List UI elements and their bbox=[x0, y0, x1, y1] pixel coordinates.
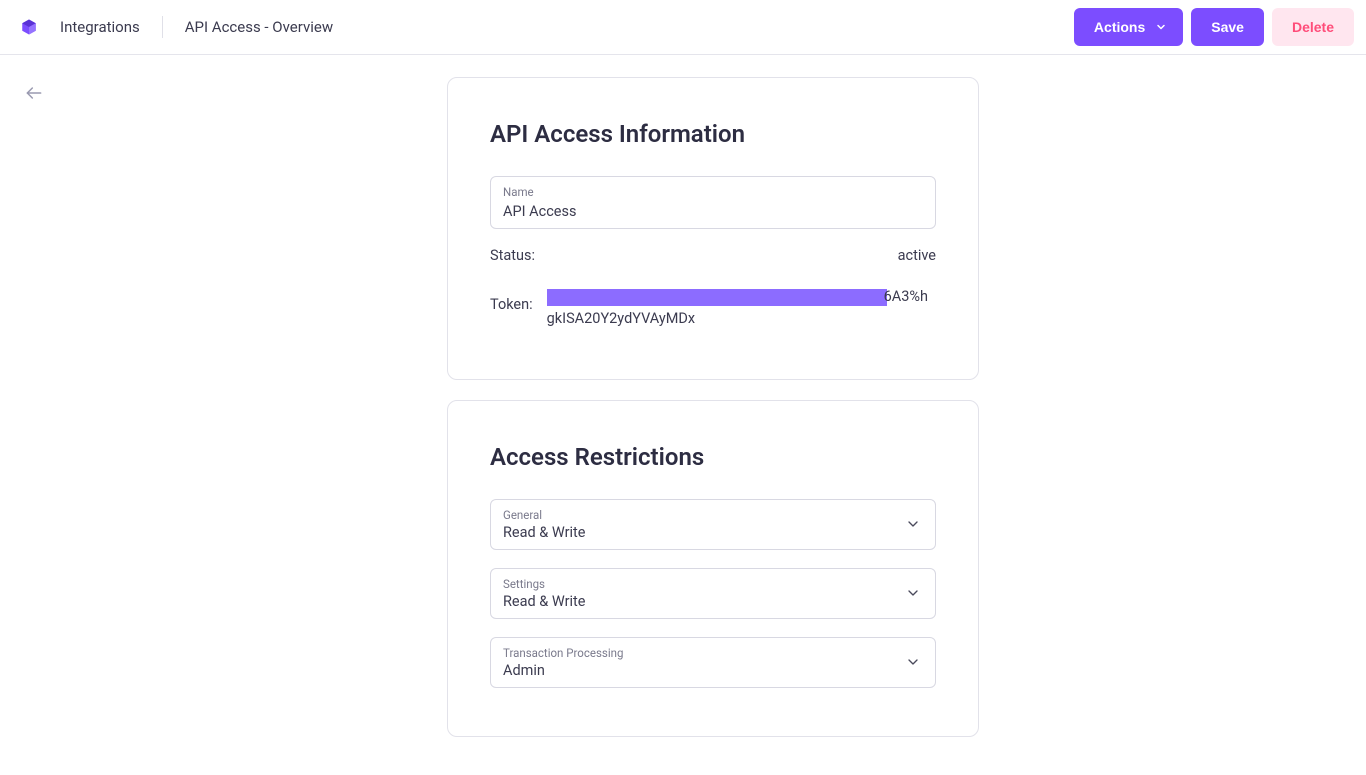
name-field-label: Name bbox=[503, 185, 923, 199]
breadcrumb-page-title: API Access - Overview bbox=[185, 18, 333, 36]
header-left: Integrations API Access - Overview bbox=[20, 0, 333, 54]
token-value: 6A3%hgkISA20Y2ydYVAyMDx bbox=[547, 286, 936, 331]
delete-button[interactable]: Delete bbox=[1272, 8, 1354, 46]
restriction-transaction-label: Transaction Processing bbox=[503, 646, 923, 660]
chevron-down-icon bbox=[905, 516, 921, 532]
breadcrumb-divider bbox=[162, 16, 163, 38]
app-logo-icon bbox=[20, 18, 38, 36]
api-access-info-panel: API Access Information Name Status: acti… bbox=[447, 77, 979, 380]
actions-dropdown-button[interactable]: Actions bbox=[1074, 8, 1183, 46]
restriction-transaction-processing[interactable]: Transaction Processing Admin bbox=[490, 637, 936, 688]
status-row: Status: active bbox=[490, 247, 936, 264]
restriction-general[interactable]: General Read & Write bbox=[490, 499, 936, 550]
restriction-transaction-value: Admin bbox=[503, 662, 923, 679]
header-actions: Actions Save Delete bbox=[1074, 8, 1354, 46]
token-row: Token: 6A3%hgkISA20Y2ydYVAyMDx bbox=[490, 286, 936, 331]
access-restrictions-panel: Access Restrictions General Read & Write… bbox=[447, 400, 979, 737]
restriction-general-label: General bbox=[503, 508, 923, 522]
status-value: active bbox=[544, 247, 936, 264]
token-label: Token: bbox=[490, 286, 533, 313]
main-area: API Access Information Name Status: acti… bbox=[0, 55, 1366, 757]
chevron-down-icon bbox=[1155, 21, 1167, 33]
token-redacted-segment bbox=[547, 289, 887, 306]
restriction-settings-value: Read & Write bbox=[503, 593, 923, 610]
chevron-down-icon bbox=[905, 585, 921, 601]
restriction-settings-label: Settings bbox=[503, 577, 923, 591]
breadcrumb-integrations[interactable]: Integrations bbox=[60, 18, 140, 36]
status-label: Status: bbox=[490, 247, 544, 264]
save-button[interactable]: Save bbox=[1191, 8, 1264, 46]
panel-title-info: API Access Information bbox=[490, 120, 936, 148]
name-input[interactable] bbox=[503, 203, 923, 220]
actions-label: Actions bbox=[1094, 19, 1145, 35]
chevron-down-icon bbox=[905, 654, 921, 670]
panel-title-restrictions: Access Restrictions bbox=[490, 443, 936, 471]
restriction-general-value: Read & Write bbox=[503, 524, 923, 541]
content: API Access Information Name Status: acti… bbox=[60, 77, 1366, 757]
content-inner: API Access Information Name Status: acti… bbox=[447, 77, 979, 757]
restriction-settings[interactable]: Settings Read & Write bbox=[490, 568, 936, 619]
back-arrow-icon[interactable] bbox=[22, 83, 46, 107]
sidebar bbox=[0, 77, 60, 757]
name-field[interactable]: Name bbox=[490, 176, 936, 229]
page-header: Integrations API Access - Overview Actio… bbox=[0, 0, 1366, 55]
